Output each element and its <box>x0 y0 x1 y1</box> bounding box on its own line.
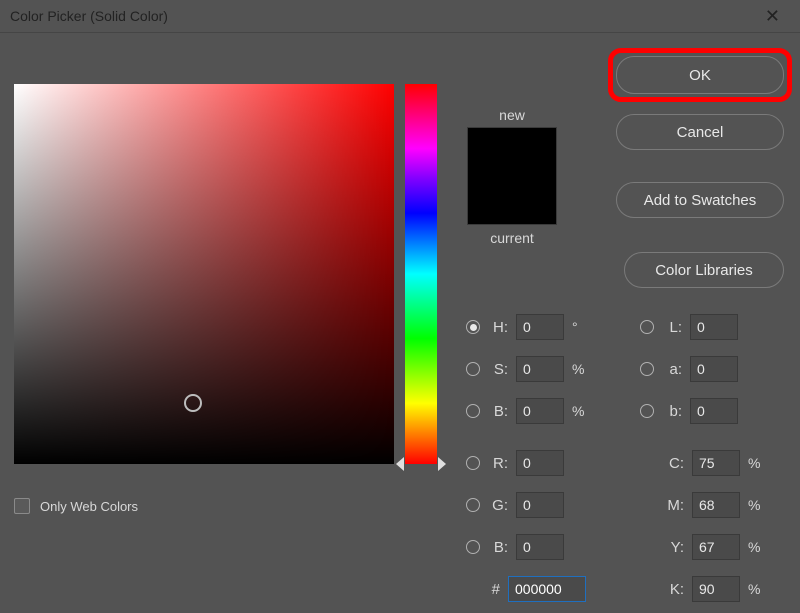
color-picker-marker[interactable] <box>184 394 202 412</box>
r-label: R: <box>488 455 508 472</box>
m-input[interactable] <box>692 492 740 518</box>
c-label: C: <box>664 455 684 472</box>
hex-input[interactable] <box>508 576 586 602</box>
s-unit: % <box>572 361 584 377</box>
l-field: L: <box>640 314 738 340</box>
g-field: G: <box>466 492 564 518</box>
y-field: Y: % <box>664 534 760 560</box>
b-rgb-radio[interactable] <box>466 540 480 554</box>
m-unit: % <box>748 497 760 513</box>
b-lab-radio[interactable] <box>640 404 654 418</box>
hue-arrow-left-icon <box>396 457 404 471</box>
a-radio[interactable] <box>640 362 654 376</box>
g-input[interactable] <box>516 492 564 518</box>
b-hsb-unit: % <box>572 403 584 419</box>
b-lab-label: b: <box>662 403 682 420</box>
b-rgb-field: B: <box>466 534 564 560</box>
y-label: Y: <box>664 539 684 556</box>
b-rgb-label: B: <box>488 539 508 556</box>
ok-button-label: OK <box>689 67 711 84</box>
saturation-brightness-field[interactable] <box>14 84 394 464</box>
b-lab-input[interactable] <box>690 398 738 424</box>
hue-arrow-right-icon <box>438 457 446 471</box>
a-label: a: <box>662 361 682 378</box>
y-unit: % <box>748 539 760 555</box>
only-web-label: Only Web Colors <box>40 499 138 514</box>
cancel-button[interactable]: Cancel <box>616 114 784 150</box>
h-radio[interactable] <box>466 320 480 334</box>
ok-button[interactable]: OK <box>616 56 784 94</box>
hex-field: # <box>488 576 586 602</box>
m-field: M: % <box>664 492 760 518</box>
current-label: current <box>490 230 534 246</box>
k-label: K: <box>664 581 684 598</box>
m-label: M: <box>664 497 684 514</box>
l-input[interactable] <box>690 314 738 340</box>
color-libraries-button[interactable]: Color Libraries <box>624 252 784 288</box>
color-preview-box <box>467 127 557 225</box>
close-icon[interactable]: ✕ <box>755 2 790 31</box>
y-input[interactable] <box>692 534 740 560</box>
s-radio[interactable] <box>466 362 480 376</box>
b-lab-field: b: <box>640 398 738 424</box>
k-unit: % <box>748 581 760 597</box>
s-input[interactable] <box>516 356 564 382</box>
hex-label: # <box>488 581 500 598</box>
r-input[interactable] <box>516 450 564 476</box>
s-label: S: <box>488 361 508 378</box>
r-radio[interactable] <box>466 456 480 470</box>
b-hsb-field: B: % <box>466 398 584 424</box>
color-libraries-label: Color Libraries <box>655 262 753 279</box>
checkbox-icon[interactable] <box>14 498 30 514</box>
k-field: K: % <box>664 576 760 602</box>
title-divider <box>0 32 800 33</box>
l-radio[interactable] <box>640 320 654 334</box>
title-bar: Color Picker (Solid Color) ✕ <box>0 0 800 32</box>
g-radio[interactable] <box>466 498 480 512</box>
b-hsb-radio[interactable] <box>466 404 480 418</box>
a-field: a: <box>640 356 738 382</box>
b-hsb-label: B: <box>488 403 508 420</box>
h-label: H: <box>488 319 508 336</box>
l-label: L: <box>662 319 682 336</box>
add-to-swatches-button[interactable]: Add to Swatches <box>616 182 784 218</box>
g-label: G: <box>488 497 508 514</box>
hue-slider[interactable] <box>405 84 437 464</box>
b-hsb-input[interactable] <box>516 398 564 424</box>
c-unit: % <box>748 455 760 471</box>
c-field: C: % <box>664 450 760 476</box>
k-input[interactable] <box>692 576 740 602</box>
b-rgb-input[interactable] <box>516 534 564 560</box>
color-preview: new current <box>462 107 562 246</box>
window-title: Color Picker (Solid Color) <box>10 8 755 24</box>
c-input[interactable] <box>692 450 740 476</box>
h-unit: ° <box>572 319 578 335</box>
h-field: H: ° <box>466 314 578 340</box>
s-field: S: % <box>466 356 584 382</box>
new-label: new <box>499 107 525 123</box>
only-web-colors[interactable]: Only Web Colors <box>14 498 138 514</box>
h-input[interactable] <box>516 314 564 340</box>
add-swatches-label: Add to Swatches <box>644 192 757 209</box>
a-input[interactable] <box>690 356 738 382</box>
cancel-button-label: Cancel <box>677 124 724 141</box>
r-field: R: <box>466 450 564 476</box>
